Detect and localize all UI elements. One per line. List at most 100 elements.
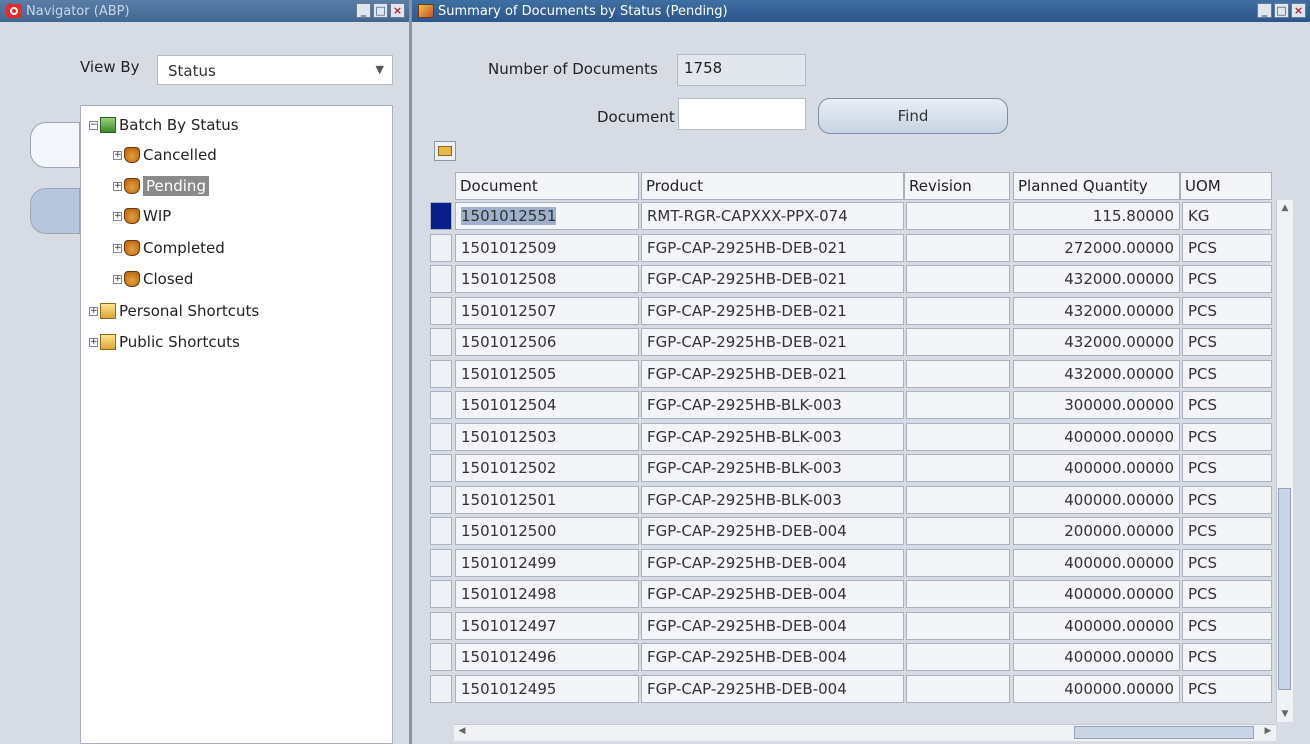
- row-selector[interactable]: [430, 643, 452, 671]
- table-cell-revision[interactable]: [906, 674, 1010, 703]
- summary-titlebar[interactable]: Summary of Documents by Status (Pending)…: [412, 0, 1310, 22]
- scroll-up-icon[interactable]: ▲: [1279, 202, 1291, 214]
- table-cell-document[interactable]: 1501012551: [455, 202, 639, 230]
- table-cell-uom[interactable]: PCS: [1182, 391, 1272, 419]
- expand-icon[interactable]: +: [89, 306, 98, 316]
- close-icon[interactable]: ×: [1291, 3, 1306, 18]
- find-button[interactable]: Find: [818, 98, 1008, 134]
- table-cell-document[interactable]: 1501012507: [455, 296, 639, 325]
- table-cell-revision[interactable]: [906, 233, 1010, 262]
- table-cell-qty[interactable]: 432000.00000: [1013, 296, 1180, 325]
- maximize-icon[interactable]: □: [1274, 3, 1289, 18]
- tree-node-pending[interactable]: + Pending: [113, 176, 209, 196]
- tab-process-icon[interactable]: [30, 122, 80, 168]
- table-cell-product[interactable]: FGP-CAP-2925HB-BLK-003: [641, 454, 904, 482]
- table-cell-revision[interactable]: [906, 391, 1010, 419]
- table-cell-product[interactable]: FGP-CAP-2925HB-DEB-004: [641, 517, 904, 545]
- tree-node-public-shortcuts[interactable]: + Public Shortcuts: [89, 333, 240, 351]
- row-selector[interactable]: [430, 391, 452, 419]
- expand-icon[interactable]: +: [113, 243, 122, 253]
- table-cell-uom[interactable]: PCS: [1182, 233, 1272, 262]
- table-cell-product[interactable]: FGP-CAP-2925HB-DEB-004: [641, 643, 904, 671]
- horizontal-scrollbar[interactable]: ◀ ▶: [454, 724, 1276, 741]
- table-cell-revision[interactable]: [906, 611, 1010, 640]
- tree-node-personal-shortcuts[interactable]: + Personal Shortcuts: [89, 302, 259, 320]
- col-header-uom[interactable]: UOM: [1180, 172, 1272, 200]
- table-cell-uom[interactable]: KG: [1182, 202, 1272, 230]
- table-cell-product[interactable]: FGP-CAP-2925HB-DEB-021: [641, 359, 904, 388]
- expand-icon[interactable]: +: [113, 150, 122, 160]
- table-cell-uom[interactable]: PCS: [1182, 359, 1272, 388]
- table-cell-revision[interactable]: [906, 517, 1010, 545]
- table-cell-document[interactable]: 1501012495: [455, 674, 639, 703]
- expand-icon[interactable]: +: [89, 337, 98, 347]
- expand-icon[interactable]: +: [113, 274, 122, 284]
- table-cell-uom[interactable]: PCS: [1182, 422, 1272, 451]
- table-cell-uom[interactable]: PCS: [1182, 296, 1272, 325]
- col-header-product[interactable]: Product: [641, 172, 904, 200]
- table-cell-qty[interactable]: 272000.00000: [1013, 233, 1180, 262]
- maximize-icon[interactable]: □: [373, 3, 388, 18]
- vertical-scroll-thumb[interactable]: [1278, 488, 1291, 690]
- table-cell-document[interactable]: 1501012498: [455, 580, 639, 608]
- tree-node-batch-by-status[interactable]: − Batch By Status: [89, 116, 239, 134]
- table-cell-document[interactable]: 1501012502: [455, 454, 639, 482]
- row-selector[interactable]: [430, 485, 452, 514]
- table-cell-uom[interactable]: PCS: [1182, 328, 1272, 356]
- table-cell-document[interactable]: 1501012500: [455, 517, 639, 545]
- table-cell-document[interactable]: 1501012505: [455, 359, 639, 388]
- expand-icon[interactable]: +: [113, 181, 122, 191]
- table-cell-qty[interactable]: 400000.00000: [1013, 548, 1180, 577]
- row-selector[interactable]: [430, 580, 452, 608]
- table-cell-revision[interactable]: [906, 485, 1010, 514]
- col-header-revision[interactable]: Revision: [904, 172, 1010, 200]
- table-cell-revision[interactable]: [906, 643, 1010, 671]
- table-cell-document[interactable]: 1501012501: [455, 485, 639, 514]
- vertical-scrollbar[interactable]: ▲ ▼: [1276, 200, 1293, 722]
- table-cell-product[interactable]: FGP-CAP-2925HB-DEB-021: [641, 265, 904, 293]
- table-cell-qty[interactable]: 400000.00000: [1013, 580, 1180, 608]
- table-cell-revision[interactable]: [906, 265, 1010, 293]
- table-cell-document[interactable]: 1501012509: [455, 233, 639, 262]
- table-cell-qty[interactable]: 432000.00000: [1013, 328, 1180, 356]
- table-cell-product[interactable]: FGP-CAP-2925HB-BLK-003: [641, 422, 904, 451]
- table-cell-product[interactable]: FGP-CAP-2925HB-DEB-021: [641, 233, 904, 262]
- row-selector[interactable]: [430, 674, 452, 703]
- row-selector[interactable]: [430, 296, 452, 325]
- table-cell-uom[interactable]: PCS: [1182, 265, 1272, 293]
- table-cell-uom[interactable]: PCS: [1182, 517, 1272, 545]
- table-cell-uom[interactable]: PCS: [1182, 454, 1272, 482]
- table-cell-revision[interactable]: [906, 328, 1010, 356]
- table-cell-product[interactable]: FGP-CAP-2925HB-DEB-004: [641, 548, 904, 577]
- navigator-titlebar[interactable]: Navigator (ABP) _ □ ×: [0, 0, 409, 22]
- table-cell-product[interactable]: FGP-CAP-2925HB-DEB-004: [641, 580, 904, 608]
- table-cell-qty[interactable]: 400000.00000: [1013, 674, 1180, 703]
- row-selector[interactable]: [430, 422, 452, 451]
- tree-node-closed[interactable]: + Closed: [113, 270, 193, 288]
- tree-node-completed[interactable]: + Completed: [113, 239, 225, 257]
- table-cell-document[interactable]: 1501012499: [455, 548, 639, 577]
- table-cell-uom[interactable]: PCS: [1182, 580, 1272, 608]
- table-cell-qty[interactable]: 115.80000: [1013, 202, 1180, 230]
- table-cell-document[interactable]: 1501012506: [455, 328, 639, 356]
- table-cell-document[interactable]: 1501012508: [455, 265, 639, 293]
- table-cell-document[interactable]: 1501012497: [455, 611, 639, 640]
- table-cell-product[interactable]: FGP-CAP-2925HB-DEB-004: [641, 611, 904, 640]
- tree-node-cancelled[interactable]: + Cancelled: [113, 146, 217, 164]
- table-cell-revision[interactable]: [906, 359, 1010, 388]
- row-selector[interactable]: [430, 454, 452, 482]
- row-selector[interactable]: [430, 517, 452, 545]
- table-cell-uom[interactable]: PCS: [1182, 643, 1272, 671]
- table-cell-uom[interactable]: PCS: [1182, 548, 1272, 577]
- table-cell-revision[interactable]: [906, 202, 1010, 230]
- table-cell-revision[interactable]: [906, 580, 1010, 608]
- tree-node-wip[interactable]: + WIP: [113, 207, 171, 225]
- expand-icon[interactable]: +: [113, 211, 122, 221]
- table-cell-document[interactable]: 1501012503: [455, 422, 639, 451]
- table-cell-uom[interactable]: PCS: [1182, 611, 1272, 640]
- row-selector[interactable]: [430, 611, 452, 640]
- table-cell-qty[interactable]: 400000.00000: [1013, 422, 1180, 451]
- scroll-left-icon[interactable]: ◀: [456, 726, 468, 738]
- document-input[interactable]: [678, 98, 806, 130]
- collapse-icon[interactable]: −: [89, 120, 98, 130]
